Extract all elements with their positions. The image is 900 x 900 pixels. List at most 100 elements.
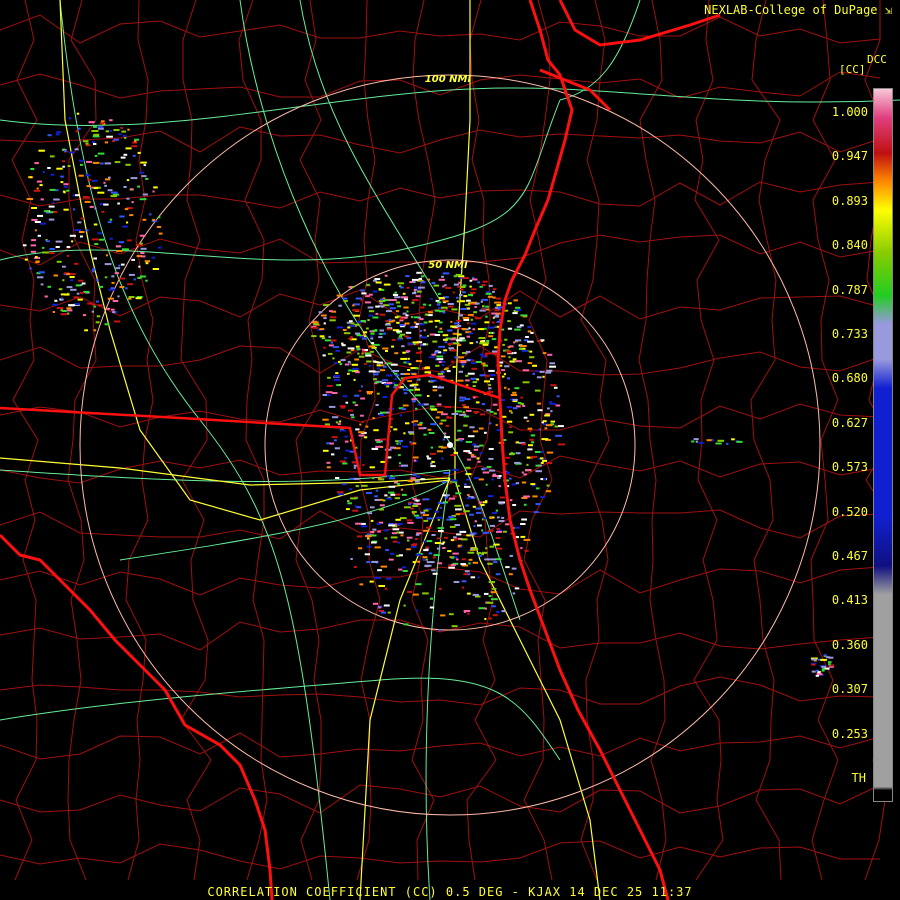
echo-pixel (455, 439, 460, 442)
echo-pixel (482, 280, 488, 283)
echo-pixel (335, 372, 339, 375)
echo-pixel (351, 363, 358, 366)
echo-pixel (91, 130, 99, 132)
echo-pixel (522, 381, 530, 384)
echo-pixel (86, 160, 92, 163)
echo-pixel (482, 305, 485, 308)
echo-pixel (117, 295, 120, 298)
echo-pixel (323, 317, 327, 320)
echo-pixel (406, 286, 410, 289)
echo-pixel (430, 597, 434, 600)
echo-pixel (372, 417, 375, 420)
echo-pixel (137, 276, 142, 279)
echo-pixel (496, 516, 500, 519)
echo-pixel (472, 548, 479, 550)
echo-pixel (88, 121, 95, 124)
echo-pixel (469, 342, 474, 345)
county-line (0, 181, 881, 209)
county-line (750, 0, 782, 881)
echo-pixel (82, 314, 87, 317)
echo-pixel (522, 404, 526, 407)
echo-pixel (371, 541, 377, 544)
echo-pixel (515, 306, 521, 309)
echo-pixel (91, 270, 95, 273)
echo-pixel (411, 400, 416, 403)
echo-pixel (353, 566, 357, 568)
echo-pixel (152, 218, 155, 221)
echo-pixel (527, 362, 533, 365)
echo-pixel (375, 439, 381, 442)
echo-pixel (139, 198, 147, 201)
echo-pixel (424, 565, 430, 567)
echo-pixel (35, 256, 38, 258)
echo-pixel (511, 567, 517, 570)
echo-pixel (458, 314, 463, 317)
echo-pixel (467, 612, 470, 615)
echo-pixel (89, 205, 94, 208)
echo-pixel (429, 379, 436, 382)
echo-pixel (488, 448, 494, 450)
echo-pixel (441, 306, 448, 309)
echo-pixel (328, 335, 331, 338)
echo-pixel (329, 310, 333, 313)
echo-pixel (462, 411, 466, 414)
echo-pixel (468, 332, 473, 335)
echo-pixel (81, 282, 86, 285)
echo-pixel (422, 343, 426, 346)
echo-pixel (360, 385, 363, 388)
echo-pixel (483, 517, 487, 520)
echo-pixel (354, 358, 359, 361)
echo-pixel (95, 300, 99, 303)
echo-pixel (40, 283, 44, 286)
echo-pixel (79, 291, 84, 294)
echo-pixel (482, 471, 490, 474)
echo-pixel (553, 386, 558, 389)
echo-pixel (104, 141, 109, 144)
echo-pixel (826, 656, 830, 659)
echo-pixel (347, 347, 355, 350)
echo-pixel (423, 509, 429, 512)
echo-pixel (451, 468, 459, 471)
echo-pixel (407, 590, 412, 593)
echo-pixel (440, 614, 446, 617)
echo-pixel (323, 304, 330, 307)
echo-pixel (437, 562, 443, 565)
echo-pixel (428, 432, 435, 434)
echo-pixel (441, 457, 444, 460)
echo-pixel (415, 367, 419, 370)
echo-pixel (401, 296, 408, 299)
echo-pixel (456, 558, 459, 561)
echo-pixel (78, 231, 85, 233)
echo-pixel (70, 279, 74, 282)
echo-pixel (30, 244, 36, 247)
echo-pixel (63, 183, 69, 186)
echo-pixel (54, 299, 58, 302)
echo-pixel (115, 250, 123, 253)
echo-pixel (97, 304, 103, 307)
echo-pixel (357, 352, 360, 355)
echo-pixel (467, 322, 470, 325)
echo-pixel (463, 406, 469, 409)
echo-pixel (350, 349, 355, 352)
echo-pixel (528, 444, 533, 447)
echo-pixel (103, 181, 106, 184)
echo-pixel (347, 500, 350, 502)
echo-pixel (62, 190, 66, 193)
echo-pixel (488, 581, 495, 584)
echo-pixel (535, 503, 541, 506)
echo-pixel (398, 335, 403, 338)
echo-pixel (456, 319, 462, 322)
echo-pixel (354, 394, 360, 397)
echo-pixel (143, 164, 146, 167)
echo-pixel (361, 421, 364, 424)
echo-pixel (487, 562, 493, 565)
echo-pixel (364, 362, 367, 365)
echo-pixel (388, 298, 391, 301)
echo-pixel (322, 354, 326, 357)
echo-pixel (107, 189, 113, 192)
echo-pixel (151, 256, 155, 259)
echo-pixel (514, 328, 521, 331)
echo-pixel (426, 561, 433, 564)
echo-pixel (413, 423, 417, 426)
echo-pixel (427, 428, 432, 431)
